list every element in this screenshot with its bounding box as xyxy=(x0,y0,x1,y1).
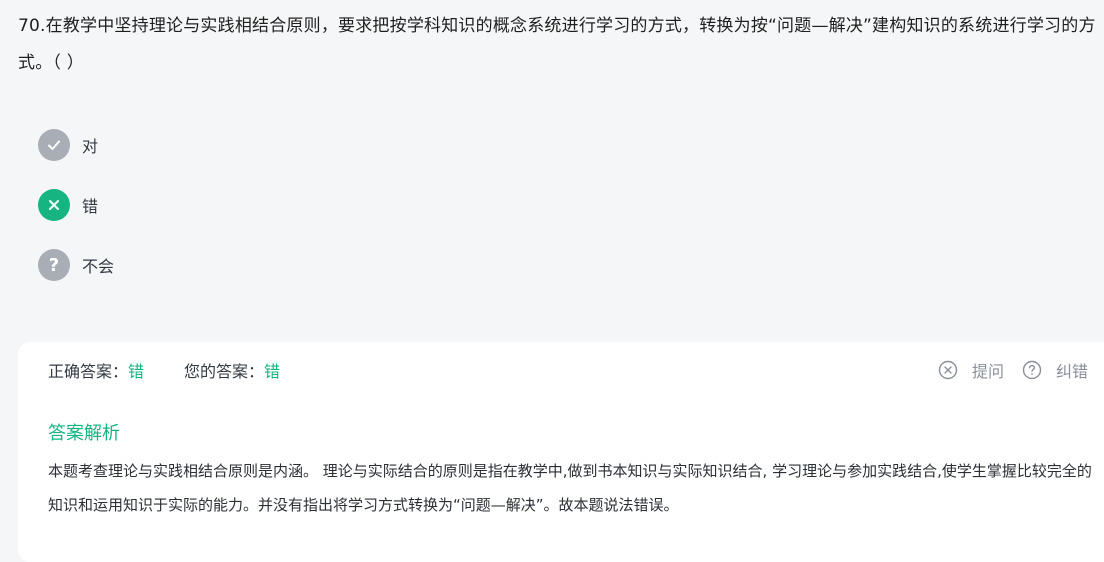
help-circle-icon xyxy=(1022,360,1042,380)
option-unknown[interactable]: ? 不会 xyxy=(38,249,114,281)
your-answer-label: 您的答案： xyxy=(184,362,265,381)
answer-card: 正确答案：错 您的答案：错 提问 纠错 答案解析 本题考查理论与实践相结合原则是… xyxy=(18,342,1104,562)
ask-label: 提问 xyxy=(971,362,1004,381)
check-icon xyxy=(38,129,70,161)
answer-options: 对 错 ? 不会 xyxy=(38,129,114,309)
analysis-title: 答案解析 xyxy=(48,423,120,444)
close-circle-icon xyxy=(938,360,958,380)
card-actions: 提问 纠错 xyxy=(938,358,1088,382)
ask-button[interactable]: 提问 xyxy=(938,358,1004,382)
your-answer: 您的答案：错 xyxy=(184,358,280,382)
close-icon xyxy=(38,189,70,221)
answer-summary: 正确答案：错 您的答案：错 xyxy=(48,358,280,382)
correct-answer: 正确答案：错 xyxy=(48,358,144,382)
report-label: 纠错 xyxy=(1055,362,1088,381)
question-text: 70.在教学中坚持理论与实践相结合原则，要求把按学科知识的概念系统进行学习的方式… xyxy=(18,16,1096,73)
report-error-button[interactable]: 纠错 xyxy=(1022,358,1088,382)
option-false-label: 错 xyxy=(82,197,99,216)
option-false[interactable]: 错 xyxy=(38,189,114,221)
question-icon: ? xyxy=(38,249,70,281)
option-unknown-label: 不会 xyxy=(82,257,115,276)
correct-answer-label: 正确答案： xyxy=(48,362,129,381)
analysis-text: 本题考查理论与实践相结合原则是内涵。 理论与实际结合的原则是指在教学中,做到书本… xyxy=(48,462,1092,514)
correct-answer-value: 错 xyxy=(128,362,145,381)
your-answer-value: 错 xyxy=(264,362,281,381)
option-true[interactable]: 对 xyxy=(38,129,114,161)
option-true-label: 对 xyxy=(82,137,99,156)
